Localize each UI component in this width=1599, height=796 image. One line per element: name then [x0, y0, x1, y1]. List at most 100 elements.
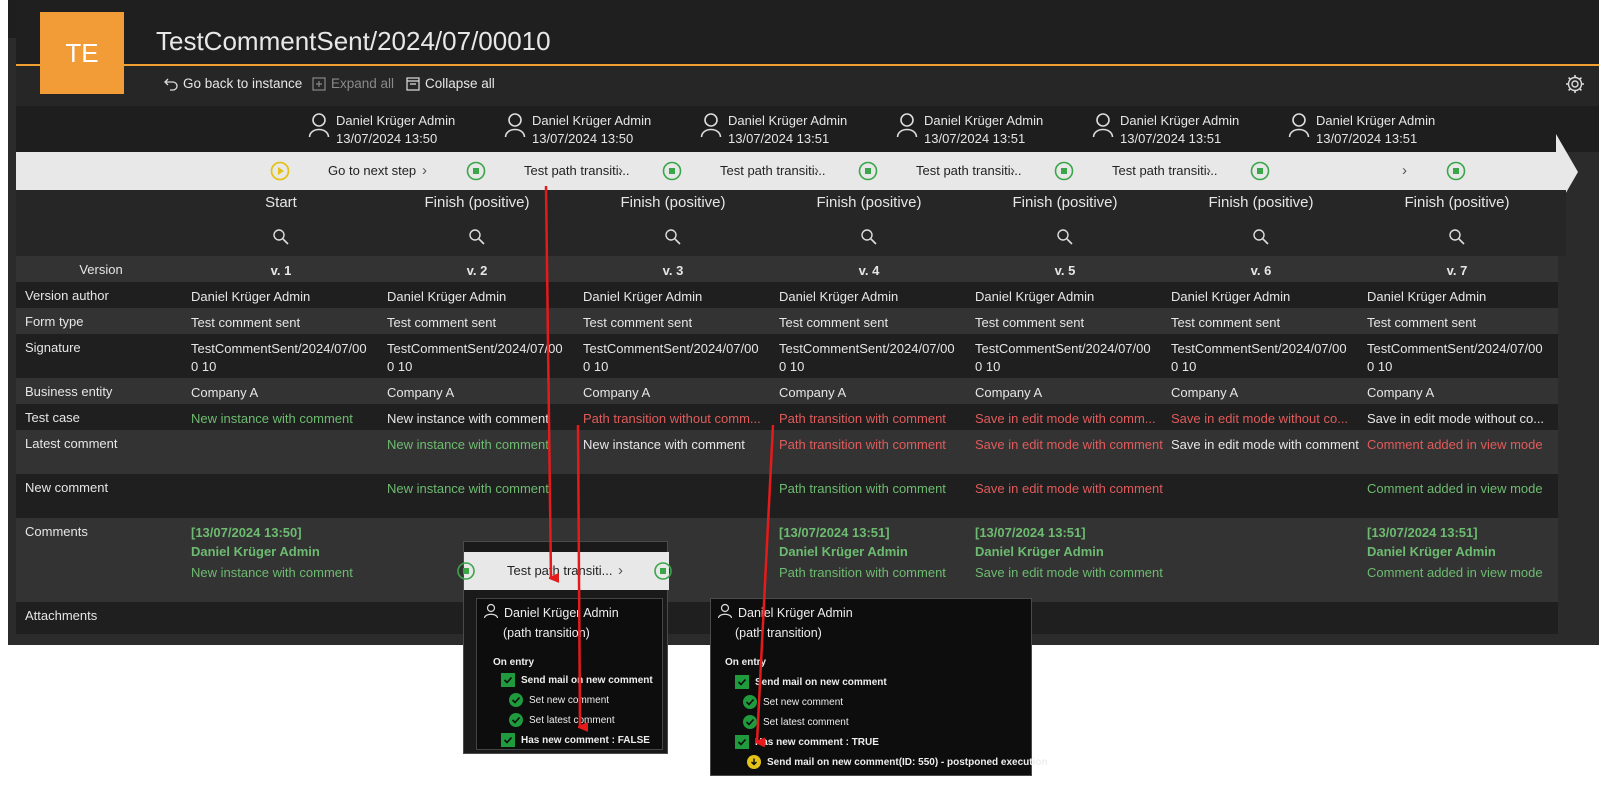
path-step-label[interactable]: Go to next step	[328, 163, 416, 178]
signature-cell: TestCommentSent/2024/07/000 10	[975, 341, 1151, 374]
test-case-cell: Save in edit mode without co...	[1171, 411, 1349, 426]
popup-author: Daniel Krüger Admin	[483, 603, 619, 623]
business-entity-cell: Company A	[1171, 385, 1239, 400]
popup-action-text: Set latest comment	[763, 716, 849, 728]
path-step-label[interactable]: Test path transiti...	[720, 163, 826, 178]
popup-section: On entry	[725, 657, 767, 668]
collapse-all-button[interactable]: Collapse all	[406, 76, 495, 91]
user-icon	[717, 603, 733, 619]
latest-comment-row: Latest comment New instance with comment N…	[16, 430, 1558, 474]
expand-all-button[interactable]: Expand all	[312, 76, 394, 91]
gear-icon[interactable]	[1565, 74, 1585, 94]
signature-cell: TestCommentSent/2024/07/000 10	[1171, 341, 1347, 374]
comment-text: Save in edit mode with comment	[975, 565, 1163, 580]
comment-cell: [13/07/2024 13:50] Daniel Krüger Admin New…	[191, 524, 381, 582]
check-square-icon	[501, 733, 515, 747]
version-author-header: Daniel Krüger Admin 13/07/2024 13:50	[308, 112, 455, 148]
stop-icon[interactable]	[1446, 161, 1466, 186]
form-type-cell: Test comment sent	[975, 315, 1085, 330]
popup-action-text: Send mail on new comment	[755, 676, 887, 688]
expand-all-label: Expand all	[331, 76, 395, 91]
comment-date: [13/07/2024 13:50]	[191, 525, 302, 540]
comment-text: New instance with comment	[191, 565, 353, 580]
user-icon	[308, 113, 330, 138]
user-icon	[896, 113, 918, 138]
app-window: TestCommentSent/2024/07/00010 Go back to…	[8, 0, 1599, 645]
popup-author: Daniel Krüger Admin	[717, 603, 853, 623]
popup-action-text: Set new comment	[763, 696, 844, 708]
test-case-cell: New instance with comment	[191, 411, 353, 426]
search-icon[interactable]	[1252, 228, 1270, 246]
expand-icon	[312, 76, 326, 91]
popup-step-bar[interactable]: Test path transiti... ›	[457, 552, 672, 590]
chevron-right-icon: ›	[1206, 162, 1211, 179]
stop-icon[interactable]	[1250, 161, 1270, 186]
page-title: TestCommentSent/2024/07/00010	[156, 26, 551, 56]
version-author-cell: Daniel Krüger Admin	[191, 289, 311, 304]
comment-date: [13/07/2024 13:51]	[779, 525, 890, 540]
toolbar: Go back to instance Expand all Collapse …	[16, 66, 1599, 106]
stop-icon[interactable]	[1054, 161, 1074, 186]
stop-icon[interactable]	[662, 161, 682, 186]
business-entity-cell: Company A	[387, 385, 455, 400]
path-step-label[interactable]: Test path transiti...	[916, 163, 1022, 178]
stop-icon[interactable]	[466, 161, 486, 186]
popup-action-item: Send mail on new comment	[501, 673, 653, 687]
business-entity-cell: Company A	[583, 385, 651, 400]
popup-section: On entry	[493, 657, 535, 668]
popup-path-transition-2: Daniel Krüger Admin (path transition) On…	[710, 598, 1048, 776]
go-back-button[interactable]: Go back to instance	[164, 76, 302, 91]
version-author-header: Daniel Krüger Admin 13/07/2024 13:51	[1288, 112, 1435, 148]
form-type-cell: Test comment sent	[583, 315, 693, 330]
comment-date: [13/07/2024 13:51]	[975, 525, 1086, 540]
undo-arrow-icon	[164, 78, 178, 91]
form-type-cell: Test comment sent	[1367, 315, 1477, 330]
form-type-cell: Test comment sent	[387, 315, 497, 330]
play-icon[interactable]	[270, 161, 290, 186]
popup-action-item: Send mail on new comment	[735, 675, 887, 689]
search-icon[interactable]	[860, 228, 878, 246]
version-author-row: Version author Daniel Krüger Admin Daniel …	[16, 282, 1558, 308]
user-icon	[483, 603, 499, 619]
latest-comment-cell: New instance with comment	[583, 437, 745, 452]
comment-author: Daniel Krüger Admin	[1367, 544, 1496, 559]
path-step-label[interactable]: Test path transiti...	[524, 163, 630, 178]
search-icon[interactable]	[1448, 228, 1466, 246]
row-label: Comments	[25, 524, 88, 539]
signature-cell: TestCommentSent/2024/07/000 10	[1367, 341, 1543, 374]
chevron-right-icon: ›	[814, 162, 819, 179]
step-status: Finish (positive)	[816, 194, 922, 211]
version-author-header: Daniel Krüger Admin 13/07/2024 13:51	[1092, 112, 1239, 148]
collapse-icon	[406, 76, 420, 91]
row-label: New comment	[25, 480, 109, 495]
stop-icon[interactable]	[858, 161, 878, 186]
signature-cell: TestCommentSent/2024/07/000 10	[779, 341, 955, 374]
business-entity-cell: Company A	[975, 385, 1043, 400]
search-icon[interactable]	[272, 228, 290, 246]
chevron-right-icon: ›	[1010, 162, 1015, 179]
stop-icon	[654, 562, 672, 580]
author-name: Daniel Krüger Admin	[532, 113, 652, 128]
popup-action-text: Set new comment	[529, 694, 610, 706]
path-bar: Go to next step › Test path transiti... › Te…	[16, 152, 1566, 190]
latest-comment-cell: Comment added in view mode	[1367, 437, 1543, 452]
search-icon[interactable]	[468, 228, 486, 246]
check-square-icon	[501, 673, 515, 687]
latest-comment-cell: New instance with comment	[387, 437, 549, 452]
business-entity-row: Business entity Company A Company A Company…	[16, 378, 1558, 404]
row-label: Signature	[25, 340, 81, 355]
comment-text: Path transition with comment	[779, 565, 946, 580]
row-label: Test case	[25, 410, 80, 425]
new-comment-cell: Save in edit mode with comment	[975, 481, 1163, 496]
step-status: Finish (positive)	[1012, 194, 1118, 211]
signature-cell: TestCommentSent/2024/07/000 10	[191, 341, 367, 374]
row-label: Latest comment	[25, 436, 118, 451]
latest-comment-cell: Save in edit mode with comment	[1171, 437, 1359, 452]
path-step-label[interactable]: Test path transiti...	[1112, 163, 1218, 178]
popup-author-name: Daniel Krüger Admin	[738, 606, 853, 620]
popup-step-label: Test path transiti...	[507, 563, 613, 578]
search-icon[interactable]	[1056, 228, 1074, 246]
header-bar: TestCommentSent/2024/07/00010	[16, 0, 1599, 66]
check-circle-icon	[509, 693, 523, 707]
search-icon[interactable]	[664, 228, 682, 246]
